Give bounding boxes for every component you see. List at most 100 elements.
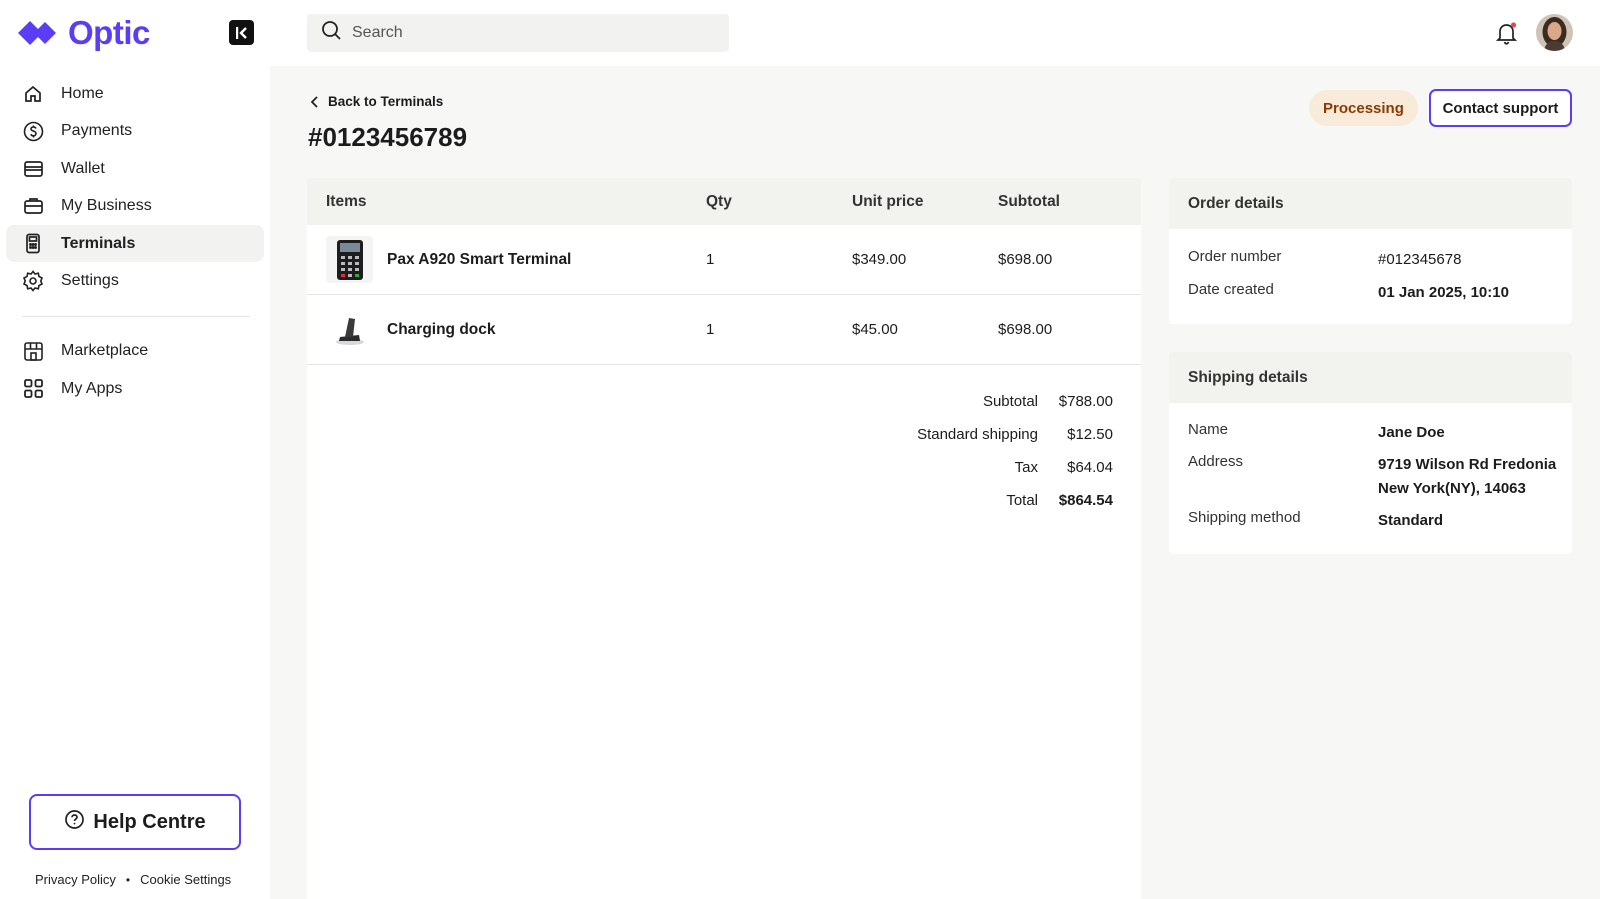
main-content: Back to Terminals #0123456789 Processing… xyxy=(270,66,1600,899)
home-icon xyxy=(22,83,44,105)
shipping-label: Standard shipping xyxy=(917,426,1038,443)
page-title: #0123456789 xyxy=(308,122,468,152)
shipping-details-card: Shipping details Name Jane Doe Address 9… xyxy=(1169,352,1572,554)
item-name: Charging dock xyxy=(387,320,496,338)
sidebar-item-payments[interactable]: Payments xyxy=(6,113,264,150)
contact-support-button[interactable]: Contact support xyxy=(1429,89,1572,127)
sidebar-item-label: Marketplace xyxy=(61,342,149,359)
item-subtotal: $698.00 xyxy=(998,251,1053,268)
item-subtotal: $698.00 xyxy=(998,321,1053,338)
status-badge: Processing xyxy=(1309,90,1418,126)
name-value: Jane Doe xyxy=(1378,424,1445,441)
tax-value: $64.04 xyxy=(1067,459,1113,476)
search-input[interactable] xyxy=(352,24,692,42)
help-icon xyxy=(64,809,85,835)
sidebar-item-label: Payments xyxy=(61,122,133,139)
item-qty: 1 xyxy=(706,251,715,268)
sidebar-item-label: Settings xyxy=(61,272,119,289)
dollar-icon xyxy=(22,120,44,142)
order-number-label: Order number xyxy=(1188,248,1282,265)
date-created-label: Date created xyxy=(1188,281,1274,298)
brand-name: Optic xyxy=(68,14,150,51)
address-value: 9719 Wilson Rd Fredonia New York(NY), 14… xyxy=(1378,453,1556,501)
sidebar-item-wallet[interactable]: Wallet xyxy=(6,150,264,187)
cookie-settings-link[interactable]: Cookie Settings xyxy=(140,872,231,887)
notifications-button[interactable] xyxy=(1494,20,1520,46)
item-name: Pax A920 Smart Terminal xyxy=(387,250,572,268)
store-icon xyxy=(22,340,44,362)
address-line-1: 9719 Wilson Rd Fredonia xyxy=(1378,456,1557,473)
sidebar-item-label: Home xyxy=(61,84,104,102)
apps-grid-icon xyxy=(22,378,44,400)
header-subtotal: Subtotal xyxy=(998,192,1060,210)
bell-icon xyxy=(1495,22,1518,45)
sidebar-item-settings[interactable]: Settings xyxy=(6,263,264,300)
item-unit-price: $349.00 xyxy=(852,251,907,268)
date-created-value: 01 Jan 2025, 10:10 xyxy=(1378,284,1509,301)
terminal-icon xyxy=(22,233,44,255)
table-row: Charging dock 1 $45.00 $698.00 xyxy=(307,295,1141,365)
date-created-row: Date created 01 Jan 2025, 10:10 xyxy=(1169,281,1572,305)
collapse-icon xyxy=(235,26,247,39)
totals-row: Tax $64.04 xyxy=(838,451,1113,484)
header-items: Items xyxy=(326,192,367,210)
wallet-icon xyxy=(22,158,44,180)
back-link-label: Back to Terminals xyxy=(328,94,444,109)
sidebar-item-my-business[interactable]: My Business xyxy=(6,188,264,225)
subtotal-label: Subtotal xyxy=(982,393,1038,410)
address-label: Address xyxy=(1188,453,1244,470)
order-details-title: Order details xyxy=(1169,178,1572,229)
sidebar-item-label: Wallet xyxy=(61,159,105,177)
order-number-value: #012345678 xyxy=(1378,251,1462,268)
sidebar-item-marketplace[interactable]: Marketplace xyxy=(6,333,264,370)
shipping-details-title: Shipping details xyxy=(1169,352,1572,403)
collapse-sidebar-button[interactable] xyxy=(229,20,254,45)
table-row: Pax A920 Smart Terminal 1 $349.00 $698.0… xyxy=(307,225,1141,295)
item-qty: 1 xyxy=(706,321,715,338)
sidebar-item-terminals[interactable]: Terminals xyxy=(6,225,264,262)
back-to-terminals-link[interactable]: Back to Terminals xyxy=(310,94,443,109)
sidebar-item-label: My Apps xyxy=(61,379,123,397)
sidebar-item-label: Terminals xyxy=(61,234,136,252)
sidebar: Optic Home Payments Wallet My Business T… xyxy=(0,0,270,899)
chevron-left-icon xyxy=(310,95,318,108)
footer-separator: • xyxy=(125,872,131,887)
user-avatar-icon xyxy=(1536,14,1573,51)
footer-links: Privacy Policy • Cookie Settings xyxy=(35,872,231,887)
help-centre-label: Help Centre xyxy=(93,810,206,833)
order-number-row: Order number #012345678 xyxy=(1169,248,1572,272)
optic-logo-icon xyxy=(18,20,56,46)
brand-logo[interactable]: Optic xyxy=(18,14,150,52)
address-row: Address 9719 Wilson Rd Fredonia New York… xyxy=(1169,453,1572,501)
shipping-method-label: Shipping method xyxy=(1188,509,1301,526)
tax-label: Tax xyxy=(1014,459,1038,476)
search-bar[interactable] xyxy=(307,14,729,52)
totals-row: Total $864.54 xyxy=(838,484,1113,517)
order-totals: Subtotal $788.00 Standard shipping $12.5… xyxy=(838,385,1113,517)
sidebar-item-home[interactable]: Home xyxy=(6,75,264,112)
gear-icon xyxy=(22,270,44,292)
briefcase-icon xyxy=(22,195,44,217)
name-label: Name xyxy=(1188,421,1229,438)
search-icon xyxy=(321,20,342,46)
header-qty: Qty xyxy=(706,192,732,210)
sidebar-nav: Home Payments Wallet My Business Termina… xyxy=(6,75,264,408)
order-details-card: Order details Order number #012345678 Da… xyxy=(1169,178,1572,324)
charging-dock-product-image xyxy=(326,306,373,353)
nav-divider xyxy=(22,315,250,317)
total-value: $864.54 xyxy=(1058,492,1113,509)
terminal-product-image xyxy=(326,236,373,283)
privacy-policy-link[interactable]: Privacy Policy xyxy=(35,872,116,887)
items-table-header: Items Qty Unit price Subtotal xyxy=(307,178,1141,225)
avatar[interactable] xyxy=(1536,14,1573,51)
sidebar-item-my-apps[interactable]: My Apps xyxy=(6,370,264,407)
help-centre-button[interactable]: Help Centre xyxy=(29,794,241,850)
subtotal-value: $788.00 xyxy=(1058,393,1113,410)
shipping-method-value: Standard xyxy=(1378,512,1444,529)
item-unit-price: $45.00 xyxy=(852,321,898,338)
shipping-name-row: Name Jane Doe xyxy=(1169,421,1572,445)
shipping-value: $12.50 xyxy=(1067,426,1113,443)
header-unit-price: Unit price xyxy=(852,192,924,210)
address-line-2: New York(NY), 14063 xyxy=(1378,480,1526,497)
shipping-method-row: Shipping method Standard xyxy=(1169,509,1572,533)
